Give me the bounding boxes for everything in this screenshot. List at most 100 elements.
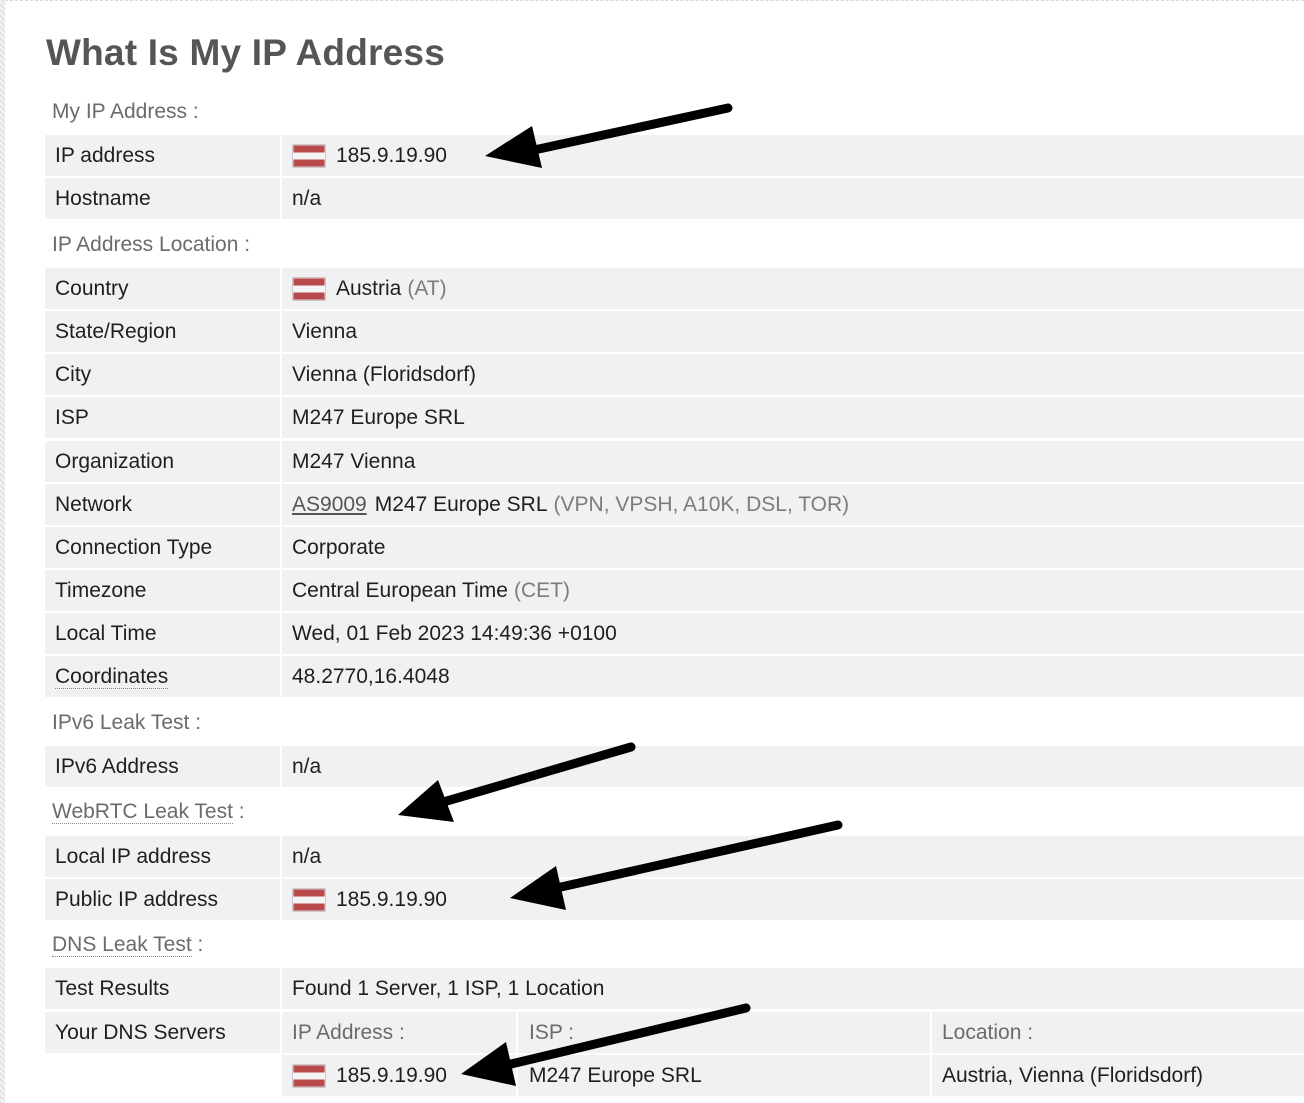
timezone-value: Central European Time — [292, 579, 508, 602]
row-test-results: Test Results Found 1 Server, 1 ISP, 1 Lo… — [45, 968, 1304, 1011]
section-location: IP Address Location : — [52, 230, 250, 260]
coordinates-value: 48.2770,16.4048 — [292, 665, 450, 688]
test-results-label: Test Results — [55, 977, 170, 1000]
column-divider — [280, 178, 282, 219]
column-divider — [280, 836, 282, 877]
dns-server-row: 185.9.19.90 M247 Europe SRL Austria, Vie… — [45, 1055, 1304, 1096]
local-time-value: Wed, 01 Feb 2023 14:49:36 +0100 — [292, 622, 617, 645]
network-tags: (VPN, VPSH, A10K, DSL, TOR) — [553, 493, 850, 516]
dns-col-isp-header: ISP : — [529, 1021, 575, 1044]
country-label: Country — [55, 277, 129, 300]
austria-flag-icon — [292, 276, 326, 301]
section-webrtc-label[interactable]: WebRTC Leak Test — [52, 800, 233, 824]
column-divider — [280, 968, 282, 1009]
isp-label: ISP — [55, 406, 89, 429]
austria-flag-icon — [292, 1063, 326, 1088]
row-coordinates: Coordinates 48.2770,16.4048 — [45, 656, 1304, 699]
row-public-ip: Public IP address 185.9.19.90 — [45, 879, 1304, 922]
local-ip-label: Local IP address — [55, 845, 212, 868]
local-time-label: Local Time — [55, 622, 157, 645]
network-value-cell: AS9009 M247 Europe SRL (VPN, VPSH, A10K,… — [292, 484, 849, 525]
country-value: Austria — [336, 277, 402, 300]
section-ipv6: IPv6 Leak Test : — [52, 708, 201, 738]
coordinates-label-cell[interactable]: Coordinates — [55, 656, 169, 697]
column-divider — [280, 484, 282, 525]
austria-flag-icon — [292, 143, 326, 168]
ipv6-address-label: IPv6 Address — [55, 755, 179, 778]
column-divider — [280, 135, 282, 176]
column-divider — [516, 1055, 518, 1096]
isp-value: M247 Europe SRL — [292, 406, 465, 429]
row-country: Country Austria (AT) — [45, 268, 1304, 311]
dns-server-ip: 185.9.19.90 — [336, 1064, 447, 1087]
dns-servers-label: Your DNS Servers — [55, 1021, 226, 1044]
column-divider — [280, 441, 282, 482]
hostname-value: n/a — [292, 187, 322, 210]
column-divider — [280, 397, 282, 438]
row-organization: Organization M247 Vienna — [45, 441, 1304, 484]
coordinates-label[interactable]: Coordinates — [55, 665, 169, 689]
column-divider — [930, 1012, 932, 1053]
timezone-label: Timezone — [55, 579, 147, 602]
public-ip-value: 185.9.19.90 — [336, 888, 447, 911]
column-divider — [280, 746, 282, 787]
page-left-edge — [0, 0, 5, 1103]
column-divider — [516, 1012, 518, 1053]
row-region: State/Region Vienna — [45, 311, 1304, 354]
test-results-value: Found 1 Server, 1 ISP, 1 Location — [292, 977, 605, 1000]
network-label: Network — [55, 493, 133, 516]
section-dns-colon: : — [191, 933, 204, 956]
column-divider — [280, 354, 282, 395]
page-title: What Is My IP Address — [46, 32, 445, 73]
row-local-ip: Local IP address n/a — [45, 836, 1304, 879]
column-divider — [280, 268, 282, 309]
city-label: City — [55, 363, 92, 386]
page-top-edge — [5, 0, 1304, 2]
hostname-label: Hostname — [55, 187, 151, 210]
network-value: M247 Europe SRL — [374, 493, 548, 516]
organization-label: Organization — [55, 450, 175, 473]
section-my-ip-label: My IP Address : — [52, 100, 199, 123]
ip-address-value: 185.9.19.90 — [336, 144, 447, 167]
dns-col-ip-header: IP Address : — [292, 1021, 405, 1044]
public-ip-value-cell: 185.9.19.90 — [292, 879, 447, 920]
row-network: Network AS9009 M247 Europe SRL (VPN, VPS… — [45, 484, 1304, 527]
region-value: Vienna — [292, 320, 358, 343]
organization-value: M247 Vienna — [292, 450, 416, 473]
section-webrtc: WebRTC Leak Test : — [52, 797, 245, 827]
row-city: City Vienna (Floridsdorf) — [45, 354, 1304, 397]
dns-col-location-header: Location : — [942, 1021, 1034, 1044]
ipv6-address-value: n/a — [292, 755, 322, 778]
section-webrtc-colon: : — [232, 800, 245, 823]
dns-servers-header-row: Your DNS Servers IP Address : ISP : Loca… — [45, 1012, 1304, 1053]
local-ip-value: n/a — [292, 845, 322, 868]
section-dns-label[interactable]: DNS Leak Test — [52, 933, 192, 957]
row-ipv6-address: IPv6 Address n/a — [45, 746, 1304, 789]
column-divider — [280, 1012, 282, 1053]
dns-label-column-blank — [45, 1055, 280, 1096]
section-my-ip: My IP Address : — [52, 97, 199, 127]
region-label: State/Region — [55, 320, 177, 343]
column-divider — [280, 613, 282, 654]
timezone-value-cell: Central European Time (CET) — [292, 570, 570, 611]
row-hostname: Hostname n/a — [45, 178, 1304, 221]
austria-flag-icon — [292, 887, 326, 912]
section-location-label: IP Address Location : — [52, 233, 251, 256]
ip-address-value-cell: 185.9.19.90 — [292, 135, 447, 176]
section-dns: DNS Leak Test : — [52, 930, 203, 960]
column-divider — [280, 656, 282, 697]
timezone-abbr: (CET) — [513, 579, 570, 602]
column-divider — [280, 311, 282, 352]
connection-type-value: Corporate — [292, 536, 386, 559]
country-code: (AT) — [407, 277, 447, 300]
row-ip-address: IP address 185.9.19.90 — [45, 135, 1304, 178]
row-timezone: Timezone Central European Time (CET) — [45, 570, 1304, 613]
row-local-time: Local Time Wed, 01 Feb 2023 14:49:36 +01… — [45, 613, 1304, 656]
dns-server-location: Austria, Vienna (Floridsdorf) — [942, 1064, 1204, 1087]
column-divider — [280, 879, 282, 920]
city-value: Vienna (Floridsdorf) — [292, 363, 477, 386]
column-divider — [280, 1055, 282, 1096]
network-as-link[interactable]: AS9009 — [292, 484, 367, 525]
dns-server-ip-cell: 185.9.19.90 — [292, 1055, 447, 1096]
row-connection-type: Connection Type Corporate — [45, 527, 1304, 570]
